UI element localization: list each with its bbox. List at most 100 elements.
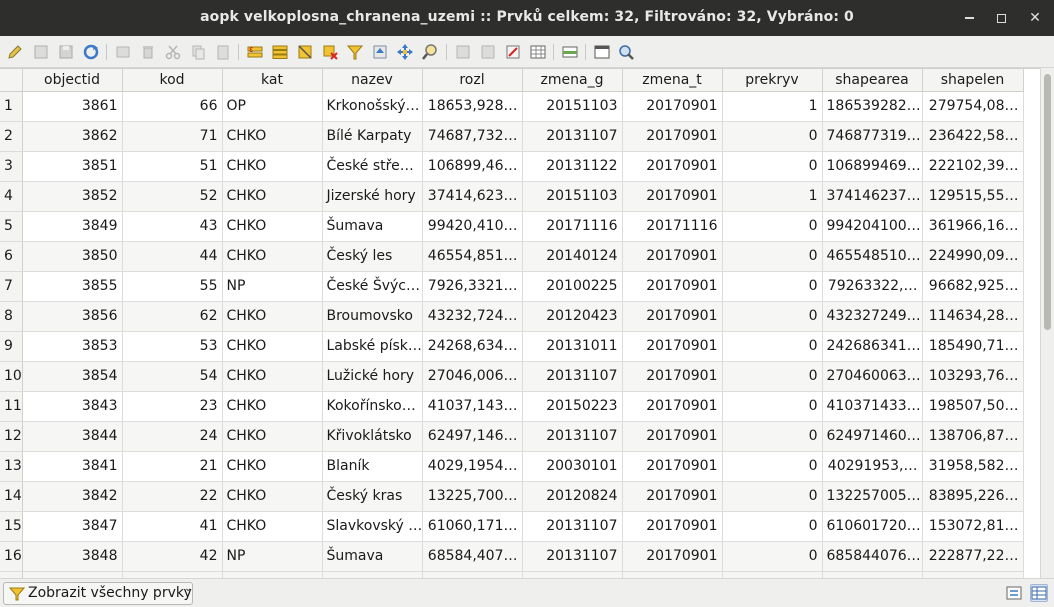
- row-header[interactable]: 15: [0, 511, 23, 542]
- row-header[interactable]: 14: [0, 481, 23, 512]
- multi-edit-icon[interactable]: [32, 43, 50, 61]
- table-cell-kod[interactable]: 42: [122, 541, 223, 572]
- table-cell-shapearea[interactable]: 410371433…: [822, 391, 923, 422]
- table-cell-shapelen[interactable]: 96682,925…: [922, 271, 1024, 302]
- table-cell-kat[interactable]: CHKO: [222, 511, 323, 542]
- table-cell-zmena-g[interactable]: 20150223: [522, 391, 623, 422]
- table-cell[interactable]: [522, 571, 623, 578]
- pencil-icon[interactable]: [6, 43, 24, 61]
- attribute-table[interactable]: objectid kod kat nazev rozl zmena_g zmen…: [0, 68, 1040, 578]
- table-cell-prekryv[interactable]: 0: [722, 511, 823, 542]
- table-cell-kod[interactable]: 62: [122, 301, 223, 332]
- table-cell-rozl[interactable]: 61060,171…: [422, 511, 523, 542]
- table-cell-shapearea[interactable]: 242686341…: [822, 331, 923, 362]
- table-cell-objectid[interactable]: 3844: [22, 421, 123, 452]
- table-cell-prekryv[interactable]: 0: [722, 451, 823, 482]
- table-cell-kat[interactable]: OP: [222, 91, 323, 122]
- table-cell-zmena-g[interactable]: 20120824: [522, 481, 623, 512]
- table-cell-kod[interactable]: 41: [122, 511, 223, 542]
- row-header[interactable]: 7: [0, 271, 23, 302]
- table-cell-nazev[interactable]: Broumovsko: [322, 301, 423, 332]
- table-cell-objectid[interactable]: 3852: [22, 181, 123, 212]
- table-cell-shapearea[interactable]: 374146237…: [822, 181, 923, 212]
- table-cell-shapelen[interactable]: 222877,22…: [922, 541, 1024, 572]
- table-cell-shapelen[interactable]: 185490,71…: [922, 331, 1024, 362]
- table-cell-kod[interactable]: 53: [122, 331, 223, 362]
- table-cell-zmena-g[interactable]: 20140124: [522, 241, 623, 272]
- conditional-formatting-icon[interactable]: [529, 43, 547, 61]
- show-features-filter-button[interactable]: Zobrazit všechny prvky ⌄: [3, 582, 193, 605]
- table-row[interactable]: 14 3842 22 CHKO Český kras 13225,700… 20120824…: [0, 481, 1024, 512]
- row-header[interactable]: 1: [0, 91, 23, 122]
- table-cell-zmena-t[interactable]: 20170901: [622, 511, 723, 542]
- close-button[interactable]: ✕: [1023, 6, 1047, 30]
- table-cell-kod[interactable]: 71: [122, 121, 223, 152]
- zoom-to-selection-icon[interactable]: [421, 43, 439, 61]
- table-cell-kat[interactable]: CHKO: [222, 241, 323, 272]
- table-cell[interactable]: [622, 571, 723, 578]
- table-cell-zmena-g[interactable]: 20030101: [522, 451, 623, 482]
- table-cell-shapearea[interactable]: 270460063…: [822, 361, 923, 392]
- table-row[interactable]: [0, 571, 1024, 578]
- dock-icon[interactable]: [561, 43, 579, 61]
- table-cell-rozl[interactable]: 13225,700…: [422, 481, 523, 512]
- table-cell-prekryv[interactable]: 0: [722, 391, 823, 422]
- table-cell-objectid[interactable]: 3843: [22, 391, 123, 422]
- table-cell-prekryv[interactable]: 1: [722, 181, 823, 212]
- table-cell-kod[interactable]: 44: [122, 241, 223, 272]
- table-cell-nazev[interactable]: Křivoklátsko: [322, 421, 423, 452]
- table-row[interactable]: 2 3862 71 CHKO Bílé Karpaty 74687,732… 2013110…: [0, 121, 1024, 152]
- table-cell-prekryv[interactable]: 0: [722, 151, 823, 182]
- table-cell-kod[interactable]: 24: [122, 421, 223, 452]
- table-cell-kat[interactable]: CHKO: [222, 211, 323, 242]
- pan-to-selection-icon[interactable]: [396, 43, 414, 61]
- row-header[interactable]: 16: [0, 541, 23, 572]
- table-cell-nazev[interactable]: Jizerské hory: [322, 181, 423, 212]
- table-cell-kat[interactable]: CHKO: [222, 451, 323, 482]
- column-header-zmena-t[interactable]: zmena_t: [622, 69, 723, 92]
- table-cell-zmena-t[interactable]: 20170901: [622, 331, 723, 362]
- table-cell-kod[interactable]: 66: [122, 91, 223, 122]
- table-cell-shapearea[interactable]: 106899469…: [822, 151, 923, 182]
- table-cell-kat[interactable]: CHKO: [222, 421, 323, 452]
- table-cell-shapearea[interactable]: 40291953,…: [822, 451, 923, 482]
- table-cell-kat[interactable]: CHKO: [222, 361, 323, 392]
- table-row[interactable]: 10 3854 54 CHKO Lužické hory 27046,006… 201311…: [0, 361, 1024, 392]
- table-cell-shapelen[interactable]: 31958,582…: [922, 451, 1024, 482]
- table-cell-rozl[interactable]: 74687,732…: [422, 121, 523, 152]
- table-row[interactable]: 6 3850 44 CHKO Český les 46554,851… 20140124 20…: [0, 241, 1024, 272]
- table-cell-shapelen[interactable]: 129515,55…: [922, 181, 1024, 212]
- table-cell-nazev[interactable]: Blaník: [322, 451, 423, 482]
- table-cell-zmena-t[interactable]: 20170901: [622, 271, 723, 302]
- row-header[interactable]: 8: [0, 301, 23, 332]
- table-row[interactable]: 3 3851 51 CHKO České stře… 106899,46… 20131122…: [0, 151, 1024, 182]
- table-cell-shapelen[interactable]: 153072,81…: [922, 511, 1024, 542]
- table-cell-shapelen[interactable]: 83895,226…: [922, 481, 1024, 512]
- row-header[interactable]: 9: [0, 331, 23, 362]
- table-cell-objectid[interactable]: 3854: [22, 361, 123, 392]
- copy-icon[interactable]: [189, 43, 207, 61]
- table-cell-prekryv[interactable]: 0: [722, 481, 823, 512]
- table-cell-nazev[interactable]: Český kras: [322, 481, 423, 512]
- table-cell-shapearea[interactable]: 79263322,…: [822, 271, 923, 302]
- table-cell-kod[interactable]: 43: [122, 211, 223, 242]
- column-header-kat[interactable]: kat: [222, 69, 323, 92]
- table-cell-zmena-g[interactable]: 20131107: [522, 361, 623, 392]
- table-cell-zmena-g[interactable]: 20151103: [522, 181, 623, 212]
- invert-selection-icon[interactable]: [296, 43, 314, 61]
- table-row[interactable]: 4 3852 52 CHKO Jizerské hory 37414,623… 201511…: [0, 181, 1024, 212]
- table-cell-prekryv[interactable]: 0: [722, 121, 823, 152]
- table-cell[interactable]: [222, 571, 323, 578]
- table-cell-nazev[interactable]: Šumava: [322, 541, 423, 572]
- table-cell-kod[interactable]: 55: [122, 271, 223, 302]
- table-cell-shapelen[interactable]: 222102,39…: [922, 151, 1024, 182]
- row-header[interactable]: 5: [0, 211, 23, 242]
- table-cell-shapearea[interactable]: 465548510…: [822, 241, 923, 272]
- column-header-prekryv[interactable]: prekryv: [722, 69, 823, 92]
- table-row[interactable]: 13 3841 21 CHKO Blaník 4029,1954… 20030101 2017…: [0, 451, 1024, 482]
- table-row[interactable]: 5 3849 43 CHKO Šumava 99420,410… 20171116 20171…: [0, 211, 1024, 242]
- column-header-shapelen[interactable]: shapelen: [922, 69, 1024, 92]
- table-cell-prekryv[interactable]: 0: [722, 301, 823, 332]
- table-cell-shapearea[interactable]: 132257005…: [822, 481, 923, 512]
- select-expression-icon[interactable]: ε: [246, 43, 264, 61]
